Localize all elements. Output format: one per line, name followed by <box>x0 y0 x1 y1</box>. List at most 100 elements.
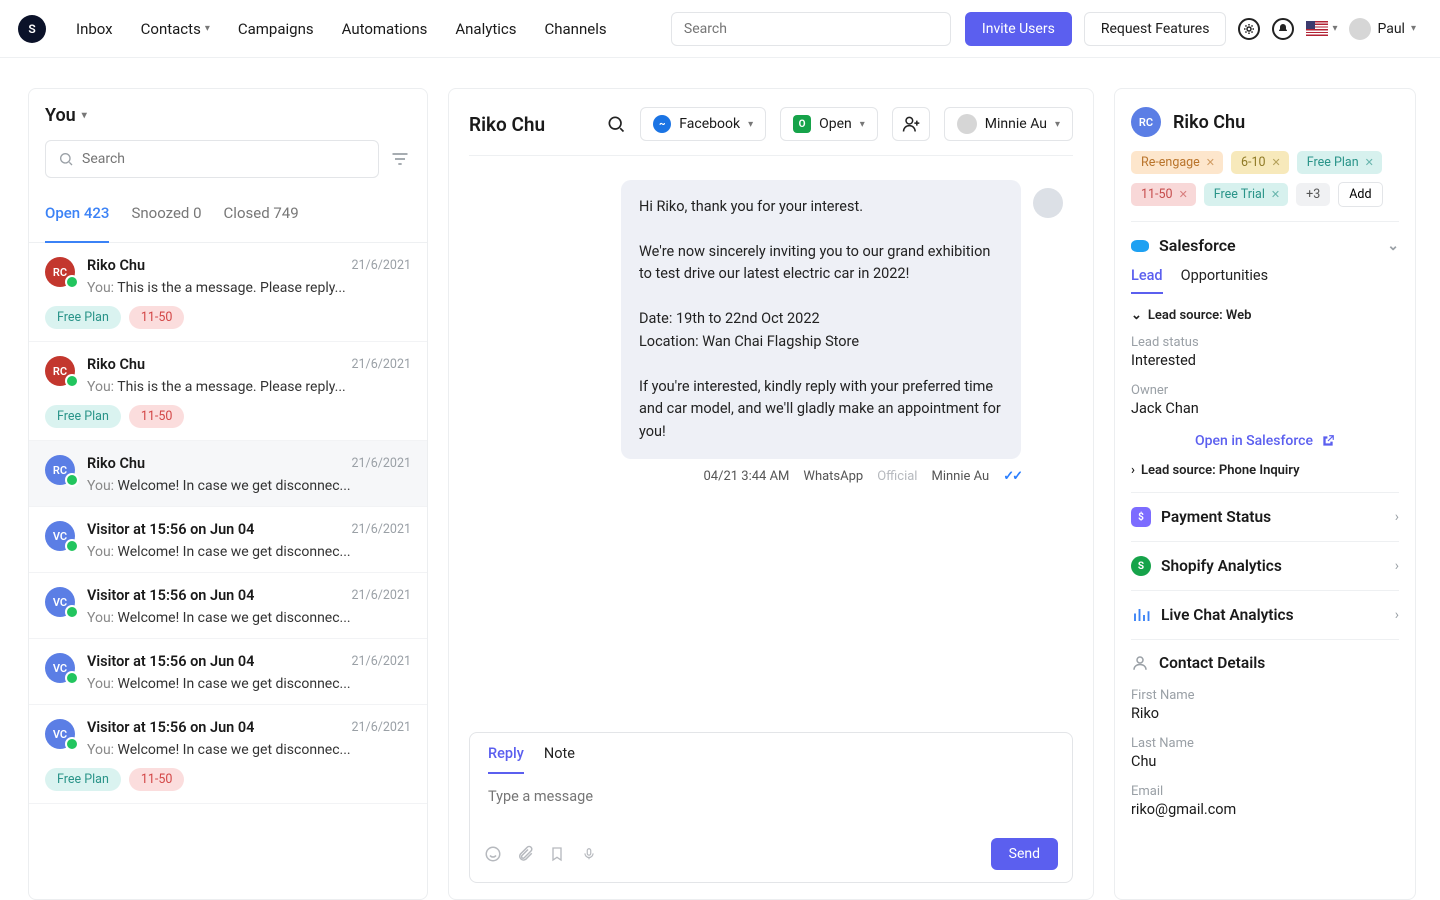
composer-textarea[interactable] <box>488 788 1054 822</box>
contact-details-title: Contact Details <box>1159 654 1265 672</box>
remove-tag-icon[interactable]: ✕ <box>1179 188 1188 201</box>
salesforce-icon <box>1131 240 1149 252</box>
live-chat-analytics-row[interactable]: Live Chat Analytics › <box>1131 590 1399 639</box>
contact-tag[interactable]: Free Trial ✕ <box>1204 183 1288 206</box>
microphone-icon[interactable] <box>580 845 598 863</box>
assignee-selector[interactable]: Minnie Au ▾ <box>944 107 1073 141</box>
add-participant-button[interactable] <box>892 107 930 141</box>
contact-tag[interactable]: 6-10 ✕ <box>1231 151 1289 174</box>
lead-source-phone[interactable]: › Lead source: Phone Inquiry <box>1131 463 1399 478</box>
conversation-tag: Free Plan <box>45 405 121 428</box>
conversation-item[interactable]: RCRiko Chu21/6/2021You: This is the a me… <box>29 243 427 342</box>
invite-users-button[interactable]: Invite Users <box>965 12 1072 46</box>
user-menu[interactable]: Paul ▾ <box>1349 18 1416 40</box>
remove-tag-icon[interactable]: ✕ <box>1206 156 1215 169</box>
lead-source-label: Lead source: Phone Inquiry <box>1141 463 1300 478</box>
conversation-date: 21/6/2021 <box>352 654 412 669</box>
remove-tag-icon[interactable]: ✕ <box>1271 188 1280 201</box>
conversation-search[interactable] <box>45 140 379 178</box>
filter-icon[interactable] <box>389 148 411 170</box>
help-icon[interactable] <box>1238 18 1260 40</box>
conversation-item[interactable]: VCVisitor at 15:56 on Jun 0421/6/2021You… <box>29 573 427 639</box>
app-logo[interactable]: S <box>18 15 46 43</box>
tab-closed[interactable]: Closed 749 <box>224 204 299 232</box>
chat-search-icon[interactable] <box>606 114 626 134</box>
bookmark-icon[interactable] <box>548 845 566 863</box>
remove-tag-icon[interactable]: ✕ <box>1365 156 1374 169</box>
emoji-icon[interactable] <box>484 845 502 863</box>
inbox-owner-selector[interactable]: You ▾ <box>45 105 411 126</box>
add-tag-button[interactable]: Add <box>1338 182 1382 207</box>
conversation-search-input[interactable] <box>82 151 366 167</box>
first-name-label: First Name <box>1131 688 1399 703</box>
nav-automations[interactable]: Automations <box>342 20 428 38</box>
global-search-input[interactable] <box>684 21 938 37</box>
status-selector[interactable]: O Open ▾ <box>780 107 878 141</box>
conversation-item[interactable]: RCRiko Chu21/6/2021You: Welcome! In case… <box>29 441 427 507</box>
salesforce-tab-lead[interactable]: Lead <box>1131 267 1163 294</box>
conversation-item[interactable]: VCVisitor at 15:56 on Jun 0421/6/2021You… <box>29 705 427 804</box>
open-in-salesforce-label: Open in Salesforce <box>1195 433 1313 449</box>
more-tags-pill[interactable]: +3 <box>1296 183 1330 206</box>
message-official: Official <box>877 469 917 484</box>
locale-selector[interactable]: ▾ <box>1306 21 1337 36</box>
tab-open[interactable]: Open 423 <box>45 204 109 243</box>
conversation-list-panel: You ▾ Open 423 Snoozed 0 Closed 749 RCRi… <box>28 88 428 900</box>
send-button[interactable]: Send <box>991 838 1058 870</box>
nav-channels[interactable]: Channels <box>544 20 606 38</box>
chat-header: Riko Chu ~ Facebook ▾ O Open ▾ Minnie Au <box>469 107 1073 156</box>
app-header: S Inbox Contacts▾ Campaigns Automations … <box>0 0 1440 58</box>
conversation-avatar: VC <box>45 719 75 749</box>
payment-status-row[interactable]: $ Payment Status › <box>1131 492 1399 541</box>
message-area[interactable]: Hi Riko, thank you for your interest. We… <box>469 156 1073 718</box>
composer-tab-note[interactable]: Note <box>544 745 575 774</box>
tag-label: 6-10 <box>1241 155 1266 170</box>
conversation-name: Visitor at 15:56 on Jun 04 <box>87 653 254 670</box>
user-plus-icon <box>901 114 921 134</box>
open-in-salesforce-link[interactable]: Open in Salesforce <box>1131 425 1399 455</box>
conversation-item[interactable]: VCVisitor at 15:56 on Jun 0421/6/2021You… <box>29 507 427 573</box>
notifications-icon[interactable] <box>1272 18 1294 40</box>
chevron-down-icon: ▾ <box>205 23 210 34</box>
payment-status-label: Payment Status <box>1161 508 1271 526</box>
tag-label: Free Trial <box>1214 187 1265 202</box>
contact-tag[interactable]: Free Plan✕ <box>1297 151 1382 174</box>
conversation-list[interactable]: RCRiko Chu21/6/2021You: This is the a me… <box>29 243 427 899</box>
conversation-item[interactable]: VCVisitor at 15:56 on Jun 0421/6/2021You… <box>29 639 427 705</box>
user-icon <box>1131 654 1149 672</box>
nav-contacts[interactable]: Contacts▾ <box>141 20 210 38</box>
channel-selector[interactable]: ~ Facebook ▾ <box>640 107 766 141</box>
user-name: Paul <box>1377 21 1405 37</box>
tab-snoozed[interactable]: Snoozed 0 <box>131 204 201 232</box>
assignee-label: Minnie Au <box>985 116 1047 132</box>
inbox-tabs: Open 423 Snoozed 0 Closed 749 <box>29 190 427 243</box>
nav-analytics[interactable]: Analytics <box>455 20 516 38</box>
shopify-icon: S <box>1131 556 1151 576</box>
conversation-date: 21/6/2021 <box>352 357 412 372</box>
salesforce-header[interactable]: Salesforce ⌄ <box>1131 236 1399 255</box>
contact-tag[interactable]: Re-engage✕ <box>1131 151 1223 174</box>
owner-label: Owner <box>1131 383 1399 398</box>
conversation-item[interactable]: RCRiko Chu21/6/2021You: This is the a me… <box>29 342 427 441</box>
composer-tab-reply[interactable]: Reply <box>488 745 524 774</box>
global-search[interactable] <box>671 12 951 46</box>
conversation-avatar: VC <box>45 521 75 551</box>
shopify-analytics-row[interactable]: S Shopify Analytics › <box>1131 541 1399 590</box>
request-features-button[interactable]: Request Features <box>1084 12 1227 46</box>
contact-tag[interactable]: 11-50✕ <box>1131 183 1196 206</box>
chevron-down-icon: ⌄ <box>1387 238 1399 254</box>
external-link-icon <box>1321 434 1335 448</box>
salesforce-tab-opportunities[interactable]: Opportunities <box>1181 267 1269 294</box>
salesforce-section: Salesforce ⌄ Lead Opportunities ⌄ Lead s… <box>1131 221 1399 478</box>
nav-inbox[interactable]: Inbox <box>76 20 113 38</box>
whatsapp-status-icon <box>65 671 79 685</box>
composer-toolbar: Send <box>470 832 1072 882</box>
nav-campaigns[interactable]: Campaigns <box>238 20 314 38</box>
message-line: Hi Riko, thank you for your interest. <box>639 196 1003 218</box>
conversation-preview: You: Welcome! In case we get disconnec..… <box>87 742 411 758</box>
conversation-date: 21/6/2021 <box>352 522 412 537</box>
contact-details-header: Contact Details <box>1131 639 1399 686</box>
remove-tag-icon[interactable]: ✕ <box>1272 156 1281 169</box>
attachment-icon[interactable] <box>516 845 534 863</box>
lead-source-web[interactable]: ⌄ Lead source: Web <box>1131 308 1399 323</box>
